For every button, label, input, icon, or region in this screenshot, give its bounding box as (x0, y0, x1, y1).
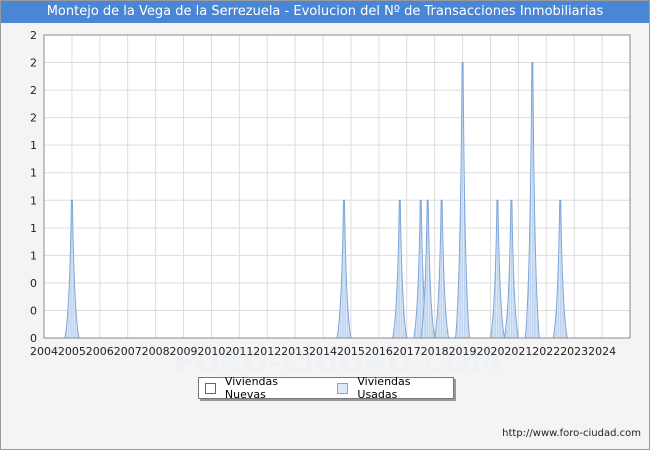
y-tick-label: 2 (30, 57, 37, 70)
x-tick-label: 2015 (337, 345, 365, 358)
x-tick-label: 2018 (421, 345, 449, 358)
x-tick-label: 2019 (449, 345, 477, 358)
x-tick-label: 2014 (309, 345, 337, 358)
x-tick-label: 2022 (532, 345, 560, 358)
legend-item-nuevas: Viviendas Nuevas (205, 375, 321, 401)
y-tick-label: 1 (30, 222, 37, 235)
plot-area (44, 35, 630, 338)
y-axis: 0 0 0 1 1 1 1 1 2 2 2 2 (30, 29, 37, 345)
legend-label-usadas: Viviendas Usadas (357, 375, 411, 401)
x-tick-label: 2007 (114, 345, 142, 358)
x-tick-label: 2024 (588, 345, 616, 358)
x-tick-label: 2004 (30, 345, 58, 358)
y-tick-label: 0 (30, 304, 37, 317)
x-tick-label: 2013 (281, 345, 309, 358)
legend-swatch-usadas (337, 382, 349, 394)
legend-item-usadas: Viviendas Usadas (337, 375, 453, 401)
x-tick-label: 2006 (86, 345, 114, 358)
y-tick-label: 1 (30, 167, 37, 180)
x-tick-label: 2005 (58, 345, 86, 358)
y-tick-label: 2 (30, 112, 37, 125)
y-tick-label: 1 (30, 139, 37, 152)
legend-swatch-nuevas (205, 382, 216, 394)
x-tick-label: 2021 (504, 345, 532, 358)
y-tick-label: 2 (30, 84, 37, 97)
x-tick-label: 2017 (393, 345, 421, 358)
y-tick-label: 1 (30, 194, 37, 207)
y-tick-label: 0 (30, 277, 37, 290)
x-tick-label: 2011 (225, 345, 253, 358)
y-tick-label: 2 (30, 29, 37, 42)
legend-label-nuevas: Viviendas Nuevas (224, 375, 279, 401)
y-tick-label: 1 (30, 249, 37, 262)
y-tick-label: 0 (30, 332, 37, 345)
legend: Viviendas Nuevas Viviendas Usadas (198, 375, 454, 401)
x-tick-label: 2009 (170, 345, 198, 358)
x-tick-label: 2012 (253, 345, 281, 358)
x-tick-label: 2023 (560, 345, 588, 358)
x-axis: 2004 2005 2006 2007 2008 2009 2010 2011 2012 2013… (30, 345, 616, 358)
footer-url[interactable]: http://www.foro-ciudad.com (502, 428, 641, 439)
x-tick-label: 2010 (197, 345, 225, 358)
x-tick-label: 2020 (476, 345, 504, 358)
x-tick-label: 2016 (365, 345, 393, 358)
x-tick-label: 2008 (142, 345, 170, 358)
